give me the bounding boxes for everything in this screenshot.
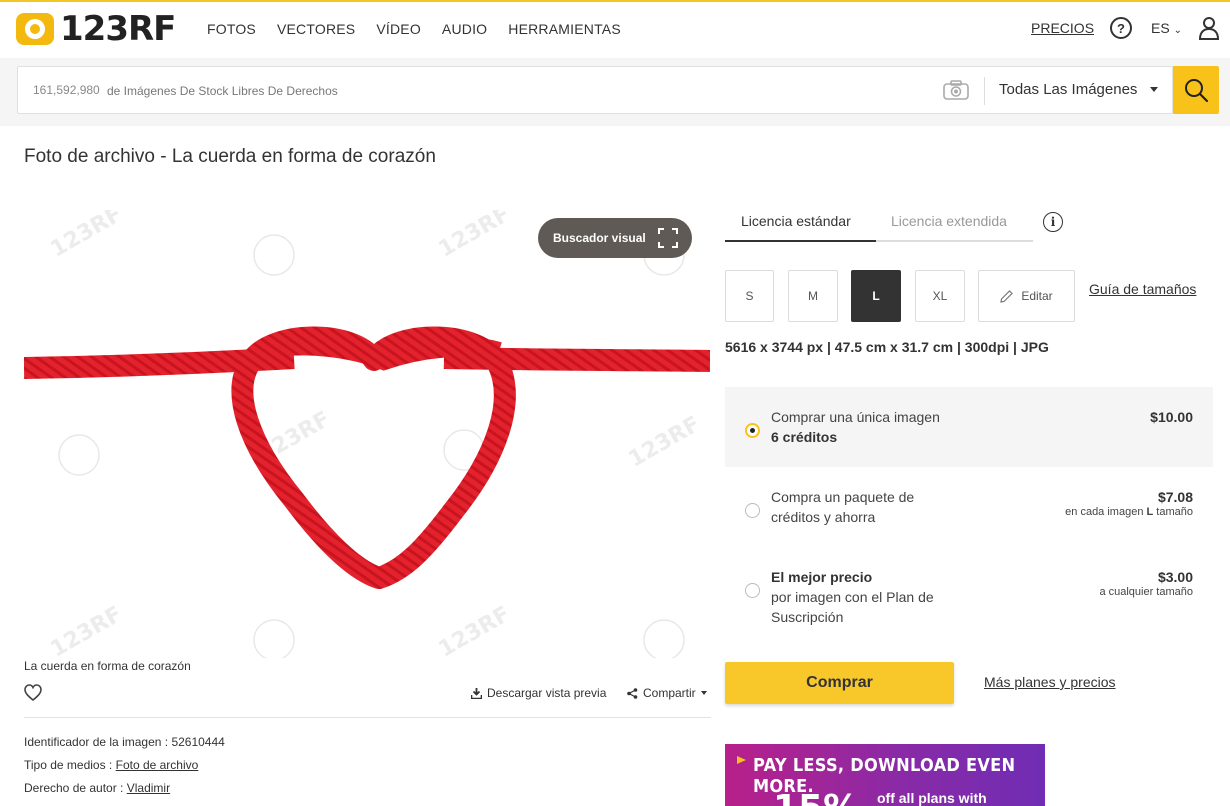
option-pack-price: $7.08 xyxy=(1157,489,1193,505)
logo-icon xyxy=(16,13,54,45)
main-nav: FOTOS VECTORES VÍDEO AUDIO HERRAMIENTAS xyxy=(207,21,642,37)
watermark-text: 123RF xyxy=(625,412,705,473)
meta-id-value: 52610444 xyxy=(171,735,225,749)
nav-audio[interactable]: AUDIO xyxy=(442,21,487,37)
promo-arrow-icon xyxy=(737,756,746,764)
share-label: Compartir xyxy=(643,686,696,700)
share-dropdown[interactable]: Compartir xyxy=(627,686,707,700)
promo-banner[interactable]: PAY LESS, DOWNLOAD EVEN MORE. 15% off al… xyxy=(725,744,1045,806)
size-m-button[interactable]: M xyxy=(788,270,838,322)
meta-media-link[interactable]: Foto de archivo xyxy=(116,758,199,772)
size-s-button[interactable]: S xyxy=(725,270,774,322)
expand-icon xyxy=(658,228,678,248)
option-pack-sub-suffix: tamaño xyxy=(1156,506,1193,518)
nav-herramientas[interactable]: HERRAMIENTAS xyxy=(508,21,621,37)
size-guide-link[interactable]: Guía de tamaños xyxy=(1089,281,1196,297)
download-icon xyxy=(471,687,482,699)
size-l-button[interactable]: L xyxy=(851,270,901,322)
edit-button[interactable]: Editar xyxy=(978,270,1075,322)
option-single-price: $10.00 xyxy=(1150,409,1193,425)
help-icon[interactable]: ? xyxy=(1110,17,1133,39)
site-header: 123RF FOTOS VECTORES VÍDEO AUDIO HERRAMI… xyxy=(0,2,1230,58)
option-subscription[interactable]: El mejor precio por imagen con el Plan d… xyxy=(725,550,1213,635)
info-icon[interactable]: i xyxy=(1043,212,1063,232)
download-preview-label: Descargar vista previa xyxy=(487,686,607,700)
option-pack-sub-size: L xyxy=(1146,506,1154,518)
rope-heart-image: 123RF 123RF 123RF 123RF 123RF 123RF xyxy=(24,210,710,658)
promo-discount: 15% xyxy=(773,788,859,806)
search-input[interactable] xyxy=(107,81,907,101)
pricing-link[interactable]: PRECIOS xyxy=(1031,20,1094,36)
caret-down-icon xyxy=(700,691,707,695)
watermark-text: 123RF xyxy=(435,602,515,658)
more-plans-link[interactable]: Más planes y precios xyxy=(984,674,1116,690)
option-single-credits: 6 créditos xyxy=(771,429,838,445)
option-sub-line2: por imagen con el Plan de xyxy=(771,589,934,605)
option-pack-line1: Compra un paquete de xyxy=(771,489,915,505)
user-icon[interactable] xyxy=(1198,16,1220,40)
search-divider xyxy=(984,77,985,105)
edit-label: Editar xyxy=(1021,289,1053,303)
visual-search-button[interactable]: Buscador visual xyxy=(538,218,692,258)
meta-author-label: Derecho de autor : xyxy=(24,781,124,795)
active-tab-indicator xyxy=(725,240,876,242)
nav-video[interactable]: VÍDEO xyxy=(376,21,421,37)
option-pack-subtext: en cada imagen L tamaño xyxy=(1065,506,1193,518)
nav-fotos[interactable]: FOTOS xyxy=(207,21,256,37)
visual-search-label: Buscador visual xyxy=(553,231,646,245)
meta-id-label: Identificador de la imagen : xyxy=(24,735,169,749)
nav-vectores[interactable]: VECTORES xyxy=(277,21,355,37)
radio-single-image[interactable] xyxy=(745,423,760,438)
share-icon xyxy=(627,687,638,699)
license-tabs: Licencia estándar Licencia extendida xyxy=(725,204,1033,242)
chevron-down-icon: ⌄ xyxy=(1173,25,1182,36)
logo[interactable]: 123RF xyxy=(16,9,176,49)
category-select[interactable]: Todas Las Imágenes xyxy=(999,81,1137,98)
watermark-text: 123RF xyxy=(47,210,127,263)
search-zone: 161,592,980 Todas Las Imágenes xyxy=(0,58,1230,126)
tab-extended-license[interactable]: Licencia extendida xyxy=(891,213,1007,229)
page-title: Foto de archivo - La cuerda en forma de … xyxy=(24,146,436,167)
search-button[interactable] xyxy=(1173,66,1219,114)
size-specs: 5616 x 3744 px | 47.5 cm x 31.7 cm | 300… xyxy=(725,339,1049,355)
option-pack-sub-prefix: en cada imagen xyxy=(1065,506,1144,518)
option-pack-line2: créditos y ahorra xyxy=(771,509,876,525)
tab-standard-license[interactable]: Licencia estándar xyxy=(741,213,851,229)
meta-media-label: Tipo de medios : xyxy=(24,758,113,772)
meta-author-link[interactable]: Vladimir xyxy=(127,781,170,795)
header-right: PRECIOS ? ES ⌄ xyxy=(1031,16,1220,40)
search-bar: 161,592,980 Todas Las Imágenes xyxy=(17,66,1173,114)
meta-divider xyxy=(24,717,711,718)
option-sub-line3: Suscripción xyxy=(771,609,844,625)
camera-icon[interactable] xyxy=(942,79,970,101)
meta-media-type: Tipo de medios : Foto de archivo xyxy=(24,758,198,772)
option-sub-price: $3.00 xyxy=(1157,569,1193,585)
logo-text: 123RF xyxy=(60,9,176,49)
watermark-text: 123RF xyxy=(435,210,515,263)
watermark-layer: 123RF 123RF 123RF 123RF 123RF 123RF xyxy=(47,210,705,658)
option-single-line1: Comprar una única imagen xyxy=(771,409,940,425)
image-count: 161,592,980 xyxy=(33,83,100,97)
language-label: ES xyxy=(1151,20,1170,36)
option-credit-pack[interactable]: Compra un paquete de créditos y ahorra $… xyxy=(725,470,1213,550)
heart-icon[interactable] xyxy=(24,684,42,702)
radio-credit-pack[interactable] xyxy=(745,503,760,518)
option-sub-subtext: a cualquier tamaño xyxy=(1099,586,1193,598)
image-caption: La cuerda en forma de corazón xyxy=(24,659,191,673)
language-selector[interactable]: ES ⌄ xyxy=(1151,20,1182,36)
buy-button[interactable]: Comprar xyxy=(725,662,954,704)
watermark-text: 123RF xyxy=(47,602,127,658)
radio-subscription[interactable] xyxy=(745,583,760,598)
meta-author: Derecho de autor : Vladimir xyxy=(24,781,170,795)
pencil-icon xyxy=(1000,289,1014,303)
stock-image[interactable]: 123RF 123RF 123RF 123RF 123RF 123RF xyxy=(24,210,710,658)
promo-subtitle: off all plans with xyxy=(877,790,987,806)
caret-down-icon xyxy=(1150,87,1158,92)
option-single-image[interactable]: Comprar una única imagen 6 créditos $10.… xyxy=(725,387,1213,467)
size-xl-button[interactable]: XL xyxy=(915,270,965,322)
option-sub-line1: El mejor precio xyxy=(771,569,873,585)
meta-image-id: Identificador de la imagen : 52610444 xyxy=(24,735,225,749)
download-preview-link[interactable]: Descargar vista previa xyxy=(471,686,606,700)
search-icon xyxy=(1185,79,1209,103)
